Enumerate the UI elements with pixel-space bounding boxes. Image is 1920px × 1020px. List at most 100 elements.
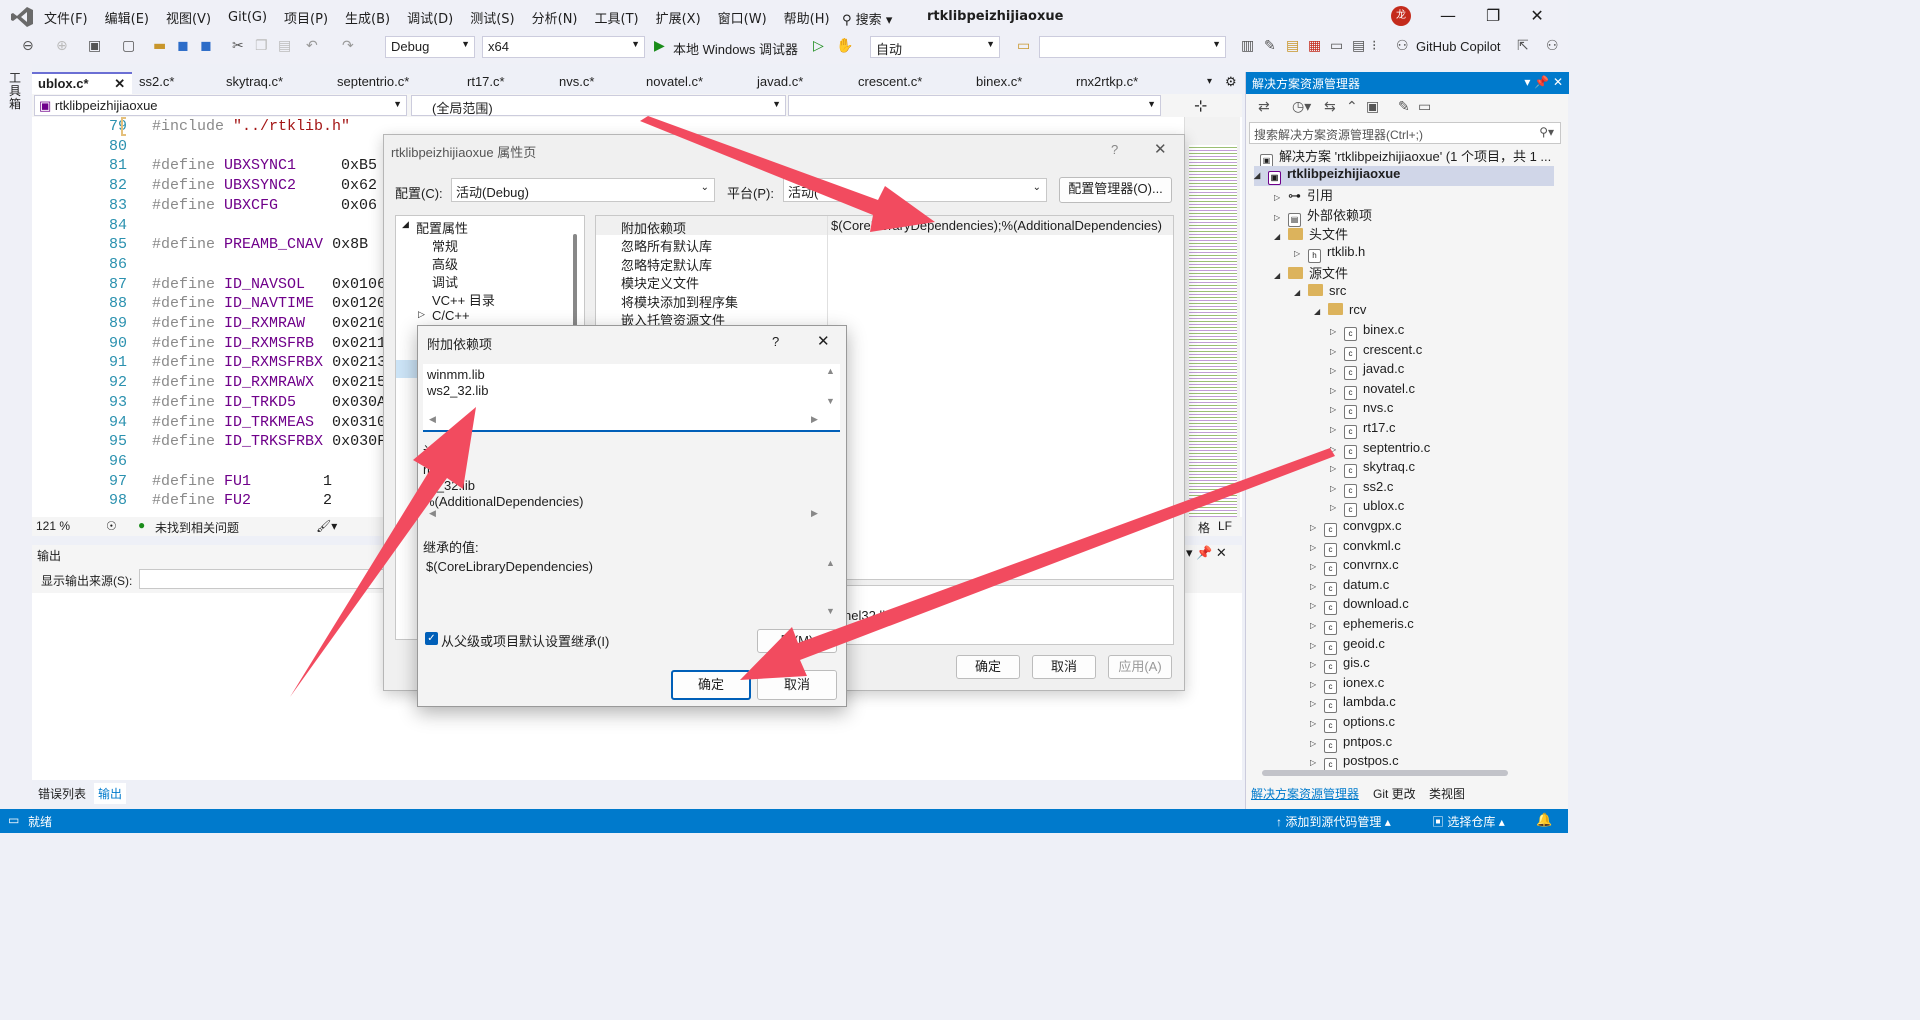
save-all-icon[interactable]: ◼ bbox=[200, 38, 212, 54]
macro-button[interactable]: 宏(M) bbox=[757, 629, 837, 653]
play-icon[interactable]: ▶ bbox=[654, 38, 665, 54]
scrollbar-minimap[interactable] bbox=[1184, 117, 1240, 517]
tree-external-deps[interactable]: ▷ ▤ 外部依赖项 bbox=[1274, 205, 1372, 227]
menu-help[interactable]: 帮助(H) bbox=[784, 8, 830, 27]
scroll-down-icon[interactable]: ▼ bbox=[826, 606, 835, 616]
auto-select[interactable]: 自动 ▼ bbox=[870, 36, 1000, 58]
tool-icon[interactable]: ▥ bbox=[1241, 38, 1254, 54]
tree-file[interactable]: ▷ c gis.c bbox=[1310, 655, 1370, 675]
expand-icon[interactable]: ◢ bbox=[1274, 232, 1288, 241]
inherit-checkbox[interactable]: ✓ bbox=[425, 632, 438, 645]
prop-additional-deps-value[interactable]: $(CoreLibraryDependencies);%(AdditionalD… bbox=[831, 218, 1162, 233]
tree-source[interactable]: ◢ 源文件 bbox=[1274, 263, 1348, 283]
tree-file[interactable]: ▷ c download.c bbox=[1310, 596, 1409, 616]
tree-file[interactable]: ▷ c convkml.c bbox=[1310, 538, 1401, 558]
tab-rnx2rtkp[interactable]: rnx2rtkp.c* bbox=[1076, 72, 1138, 94]
tab-rt17[interactable]: rt17.c* bbox=[467, 72, 505, 94]
menu-test[interactable]: 测试(S) bbox=[470, 8, 514, 27]
menu-debug[interactable]: 调试(D) bbox=[407, 8, 453, 27]
back-icon[interactable]: ⊖ bbox=[22, 38, 34, 54]
tree-vc-directories[interactable]: VC++ 目录 bbox=[432, 290, 495, 309]
collapse-arrow-icon[interactable]: ▷ bbox=[1330, 484, 1344, 493]
collapse-arrow-icon[interactable]: ▷ bbox=[1294, 249, 1308, 258]
encoding-status[interactable]: 格 bbox=[1198, 519, 1210, 536]
help-icon[interactable]: ? bbox=[772, 334, 779, 349]
expand-icon[interactable]: ◢ bbox=[1274, 271, 1288, 280]
tree-rtklib-h[interactable]: ▷ h rtklib.h bbox=[1294, 244, 1365, 264]
tree-general[interactable]: 常规 bbox=[432, 236, 458, 255]
feedback-icon[interactable]: ▤ bbox=[1286, 38, 1299, 54]
tree-file[interactable]: ▷ c ephemeris.c bbox=[1310, 616, 1414, 636]
tab-ss2[interactable]: ss2.c* bbox=[139, 72, 174, 94]
issues-status[interactable]: 未找到相关问题 bbox=[155, 519, 239, 536]
window-layout-icon[interactable]: ▭ bbox=[1330, 38, 1343, 54]
tree-src[interactable]: ◢ src bbox=[1294, 283, 1346, 303]
tab-output[interactable]: 输出 bbox=[94, 783, 127, 804]
tree-project[interactable]: ◢ ▣ rtklibpeizhijiaoxue bbox=[1254, 166, 1554, 186]
collapse-arrow-icon[interactable]: ▷ bbox=[1310, 699, 1324, 708]
panel-pin-icon[interactable]: ▾ 📌 ✕ bbox=[1524, 75, 1563, 89]
collapse-arrow-icon[interactable]: ▷ bbox=[1310, 739, 1324, 748]
brush-icon[interactable]: 🖌▾ bbox=[316, 519, 337, 533]
collapse-arrow-icon[interactable]: ▷ bbox=[418, 309, 425, 320]
tab-novatel[interactable]: novatel.c* bbox=[646, 72, 703, 94]
expand-icon[interactable]: ◢ bbox=[1294, 288, 1308, 297]
prop-ok-button[interactable]: 确定 bbox=[956, 655, 1020, 679]
tree-file[interactable]: ▷ c ionex.c bbox=[1310, 675, 1384, 695]
copy-icon[interactable]: ❐ bbox=[255, 38, 268, 54]
tree-file[interactable]: ▷ c nvs.c bbox=[1330, 400, 1393, 420]
preview-icon[interactable]: ▭ bbox=[1418, 99, 1431, 115]
tree-solution[interactable]: ▣ 解决方案 'rtklibpeizhijiaoxue' (1 个项目，共 1 .… bbox=[1260, 146, 1551, 168]
tree-file[interactable]: ▷ c geoid.c bbox=[1310, 636, 1385, 656]
tab-class-view[interactable]: 类视图 bbox=[1429, 785, 1465, 802]
tree-file[interactable]: ▷ c novatel.c bbox=[1330, 381, 1415, 401]
sync-icon[interactable]: ⇄ bbox=[1258, 99, 1270, 115]
collapse-arrow-icon[interactable]: ▷ bbox=[1330, 366, 1344, 375]
collapse-arrow-icon[interactable]: ▷ bbox=[1330, 445, 1344, 454]
find-select[interactable]: ▼ bbox=[1039, 36, 1226, 58]
tree-file[interactable]: ▷ c pntpos.c bbox=[1310, 734, 1392, 754]
tree-file[interactable]: ▷ c binex.c bbox=[1330, 322, 1404, 342]
collapse-arrow-icon[interactable]: ▷ bbox=[1330, 386, 1344, 395]
forward-icon[interactable]: ⊕ bbox=[56, 38, 68, 54]
collapse-arrow-icon[interactable]: ▷ bbox=[1310, 641, 1324, 650]
switch-view-icon[interactable]: ⇆ bbox=[1324, 99, 1336, 115]
scroll-down-icon[interactable]: ▼ bbox=[826, 396, 835, 406]
collapse-arrow-icon[interactable]: ▷ bbox=[1330, 425, 1344, 434]
prop-ignore-specific-default[interactable]: 忽略特定默认库 bbox=[621, 255, 712, 274]
collapse-icon[interactable]: ⌃ bbox=[1346, 99, 1358, 115]
close-icon[interactable]: ✕ bbox=[114, 76, 125, 91]
close-icon[interactable]: ✕ bbox=[1154, 140, 1167, 158]
tree-debugging[interactable]: 调试 bbox=[432, 272, 458, 291]
dialog-cancel-button[interactable]: 取消 bbox=[757, 670, 837, 700]
menu-git[interactable]: Git(G) bbox=[228, 10, 267, 25]
scrollbar-thumb[interactable] bbox=[1262, 770, 1508, 776]
paste-icon[interactable]: ▤ bbox=[278, 38, 291, 54]
close-icon[interactable]: ✕ bbox=[1530, 6, 1543, 25]
config-select[interactable]: Debug ▼ bbox=[385, 36, 475, 58]
tree-rcv[interactable]: ◢ rcv bbox=[1314, 302, 1366, 322]
member-nav-select[interactable]: ▼ bbox=[788, 95, 1161, 116]
help-icon[interactable]: ? bbox=[1111, 142, 1118, 157]
tab-overflow-icon[interactable]: ▾ bbox=[1207, 72, 1212, 94]
project-nav-select[interactable]: ▣ rtklibpeizhijiaoxue ▼ bbox=[34, 95, 407, 116]
start-without-debug-icon[interactable]: ▷ bbox=[813, 38, 824, 54]
collapse-arrow-icon[interactable]: ▷ bbox=[1310, 719, 1324, 728]
tree-file[interactable]: ▷ c septentrio.c bbox=[1330, 440, 1430, 460]
menu-build[interactable]: 生成(B) bbox=[345, 8, 390, 27]
notification-bell-icon[interactable]: 🔔 bbox=[1536, 812, 1552, 828]
tree-cpp[interactable]: C/C++ bbox=[432, 308, 470, 323]
prop-additional-deps[interactable]: 附加依赖项 bbox=[621, 218, 686, 237]
line-ending-status[interactable]: LF bbox=[1218, 519, 1232, 533]
tab-binex[interactable]: binex.c* bbox=[976, 72, 1022, 94]
tree-references[interactable]: ▷ ⊶ 引用 bbox=[1274, 185, 1333, 205]
avatar[interactable]: 龙 bbox=[1391, 6, 1411, 26]
close-icon[interactable]: ✕ bbox=[817, 332, 830, 350]
minimize-icon[interactable]: — bbox=[1440, 6, 1456, 25]
tab-solution-explorer[interactable]: 解决方案资源管理器 bbox=[1251, 785, 1359, 802]
tree-config-properties[interactable]: 配置属性 bbox=[416, 218, 468, 237]
collapse-arrow-icon[interactable]: ▷ bbox=[1274, 193, 1288, 202]
start-debugger-button[interactable]: 本地 Windows 调试器 bbox=[673, 39, 798, 58]
history-icon[interactable]: ◷▾ bbox=[1292, 99, 1311, 115]
gear-icon[interactable]: ⚙ bbox=[1225, 72, 1237, 94]
